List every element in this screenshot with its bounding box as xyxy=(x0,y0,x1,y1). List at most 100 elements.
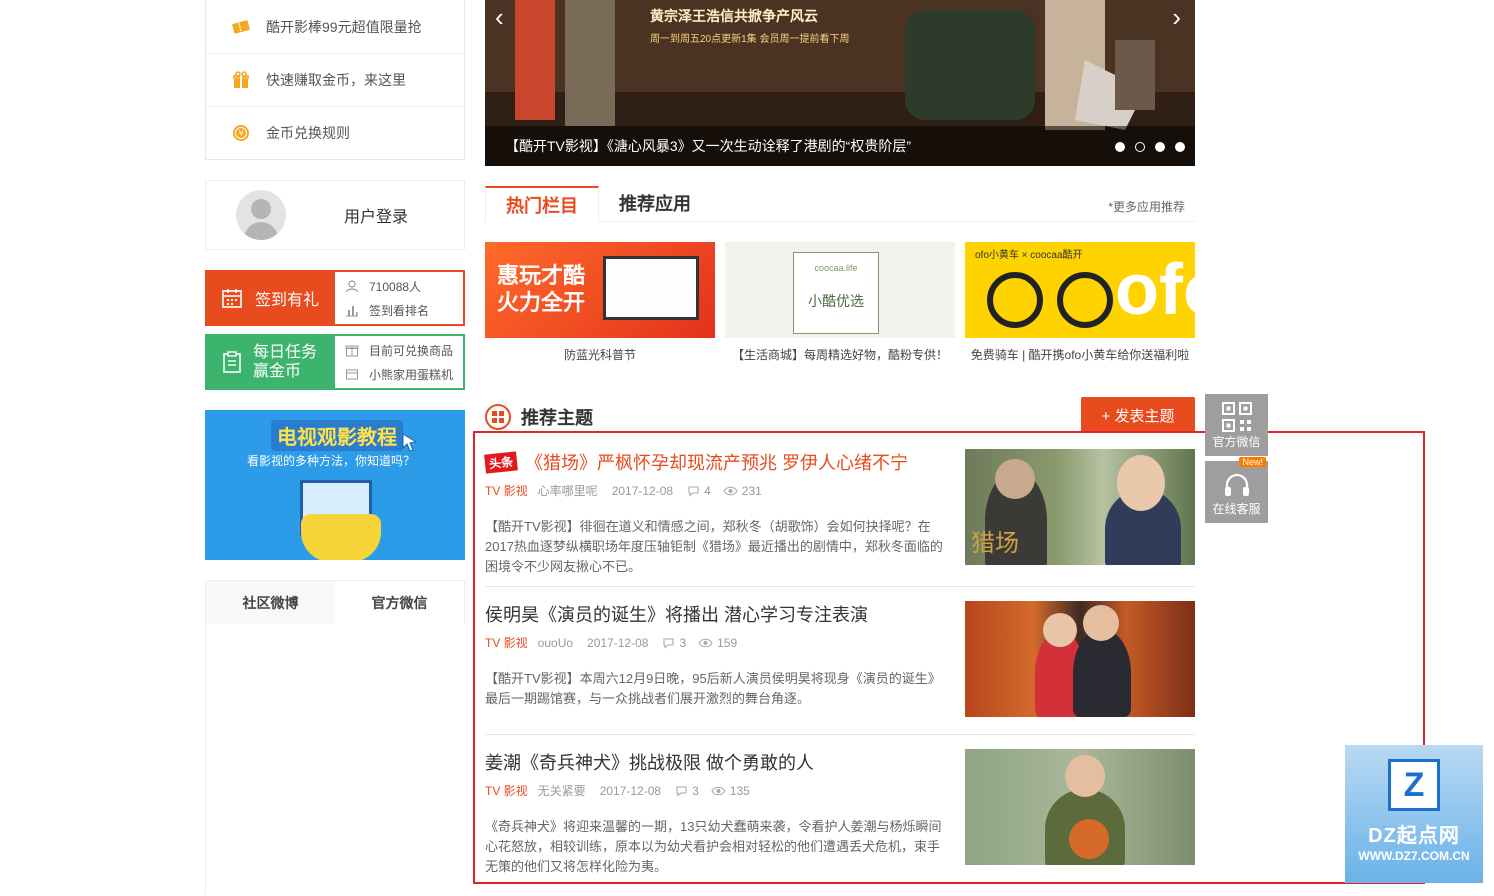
promo-text: 火力全开 xyxy=(497,290,586,315)
tv-illustration xyxy=(603,256,699,320)
thumbnail-title: 猎场 xyxy=(971,529,1019,557)
app-promo-label: 【生活商城】每周精选好物，酷粉专供！ xyxy=(731,348,948,362)
calendar-icon xyxy=(222,289,242,308)
topic-title[interactable]: 姜潮《奇兵神犬》挑战极限 做个勇敢的人 xyxy=(485,749,955,775)
gift-outline-icon xyxy=(345,343,359,357)
promo-text: ofo xyxy=(1115,250,1195,330)
topic-date: 2017-12-08 xyxy=(587,635,649,650)
banner-caption[interactable]: 【酷开TV影视】《溏心风暴3》又一次生动诠释了港剧的“权贵阶层” xyxy=(485,126,1195,166)
topic-title[interactable]: 侯明昊《演员的诞生》将播出 潜心学习专注表演 xyxy=(485,601,955,627)
topic-views-count: 231 xyxy=(741,483,762,498)
app-promo-label: 免费骑车 | 酷开携ofo小黄车给你送福利啦 xyxy=(970,348,1190,362)
sign-in-button[interactable]: 签到有礼 xyxy=(207,272,335,324)
left-sidebar: 酷开影棒99元超值限量抢 快速赚取金币，来这里 ¥ 金币兑换规则 用户登录 签到… xyxy=(205,0,465,894)
gift-item-stick[interactable]: 酷开影棒99元超值限量抢 xyxy=(206,0,464,53)
topic-category[interactable]: TV 影视 xyxy=(485,482,528,499)
tutorial-title: 电视观影教程 xyxy=(271,420,403,451)
cake-machine-link[interactable]: 小熊家用蛋糕机 xyxy=(345,362,463,386)
daily-task-button[interactable]: 每日任务 赢金币 xyxy=(207,336,335,388)
section-tabs: 热门栏目 推荐应用 *更多应用推荐 xyxy=(485,186,1195,222)
prev-arrow-icon[interactable]: ‹ xyxy=(495,2,504,33)
app-promo-image: coocaa.life 小酷优选 xyxy=(725,242,955,338)
topic-thumbnail[interactable]: 猎场 xyxy=(965,449,1195,565)
app-promo-item[interactable]: 惠玩才酷 火力全开 防蓝光科普节 xyxy=(485,242,715,363)
comment-icon xyxy=(663,637,674,649)
topic-replies-count: 3 xyxy=(692,783,699,798)
topics-header: 推荐主题 + 发表主题 xyxy=(485,397,1195,435)
grid-icon xyxy=(485,404,511,430)
main-content: ‹ › 黄宗泽王浩信共掀争产风云 周一到周五20点更新1集 会员周一提前看下周 … xyxy=(484,0,1195,883)
official-wechat-float-button[interactable]: 官方微信 xyxy=(1205,394,1268,456)
banner-schedule: 周一到周五20点更新1集 会员周一提前看下周 xyxy=(650,34,850,45)
headset-icon xyxy=(1225,473,1249,496)
topic-title-text[interactable]: 侯明昊《演员的诞生》将播出 潜心学习专注表演 xyxy=(485,601,868,627)
daily-task-items: 目前可兑换商品 小熊家用蛋糕机 xyxy=(335,336,463,388)
promo-text: 惠玩才酷 xyxy=(497,263,586,288)
tab-community-weibo[interactable]: 社区微博 xyxy=(206,581,335,624)
tab-official-wechat[interactable]: 官方微信 xyxy=(335,581,464,624)
sign-in-rank-link[interactable]: 签到看排名 xyxy=(369,302,429,319)
topic-views: 135 xyxy=(711,784,750,798)
bike-wheel-shape xyxy=(1057,272,1113,328)
gift-list: 酷开影棒99元超值限量抢 快速赚取金币，来这里 ¥ 金币兑换规则 xyxy=(205,0,465,160)
watermark-url: WWW.DZ7.COM.CN xyxy=(1358,849,1470,863)
topic-item: 头条 《猎场》严枫怀孕却现流产预兆 罗伊人心绪不宁 TV 影视 心率哪里呢 20… xyxy=(484,435,1195,587)
login-box[interactable]: 用户登录 xyxy=(205,180,465,250)
tab-recommended-apps[interactable]: 推荐应用 xyxy=(599,185,711,221)
cake-machine-label: 小熊家用蛋糕机 xyxy=(369,367,454,382)
sign-in-rank[interactable]: 签到看排名 xyxy=(345,298,463,322)
topic-author[interactable]: 心率哪里呢 xyxy=(538,482,598,499)
topic-category[interactable]: TV 影视 xyxy=(485,782,528,799)
gift-item-label: 金币兑换规则 xyxy=(266,125,350,141)
tutorial-subtitle: 看影视的多种方法，你知道吗？ xyxy=(247,454,416,468)
topic-views: 159 xyxy=(698,636,737,650)
daily-task-line2: 赢金币 xyxy=(253,363,302,380)
promo-text: 小酷优选 xyxy=(808,294,864,310)
tutorial-banner[interactable]: 电视观影教程 看影视的多种方法，你知道吗？ xyxy=(205,410,465,560)
banner-dot-active[interactable] xyxy=(1135,142,1145,152)
app-promo-image: 惠玩才酷 火力全开 xyxy=(485,242,715,338)
topic-summary: 【酷开TV影视】徘徊在道义和情感之间，郑秋冬（胡歌饰）会如何抉择呢？在2017热… xyxy=(485,519,943,574)
more-apps-link[interactable]: *更多应用推荐 xyxy=(1108,198,1185,215)
avatar[interactable] xyxy=(236,190,286,240)
login-link[interactable]: 用户登录 xyxy=(344,203,408,227)
topic-replies: 3 xyxy=(675,784,699,798)
gift-item-earn[interactable]: 快速赚取金币，来这里 xyxy=(206,53,464,106)
gift-item-label: 快速赚取金币，来这里 xyxy=(266,72,406,88)
topic-item: 姜潮《奇兵神犬》挑战极限 做个勇敢的人 TV 影视 无关紧要 2017-12-0… xyxy=(485,735,1195,883)
clipboard-icon xyxy=(223,351,241,373)
topic-author[interactable]: ouoUo xyxy=(538,636,573,650)
banner-dot[interactable] xyxy=(1155,142,1165,152)
banner-dot[interactable] xyxy=(1175,142,1185,152)
cursor-icon xyxy=(402,433,418,452)
topic-replies: 3 xyxy=(662,636,686,650)
banner-dot[interactable] xyxy=(1115,142,1125,152)
daily-task-line1: 每日任务 xyxy=(253,344,318,361)
sign-in-box: 签到有礼 710088人 签到看排名 xyxy=(205,270,465,326)
gift-item-rules[interactable]: ¥ 金币兑换规则 xyxy=(206,106,464,159)
topic-item: 侯明昊《演员的诞生》将播出 潜心学习专注表演 TV 影视 ouoUo 2017-… xyxy=(485,587,1195,735)
user-icon xyxy=(345,279,359,293)
topic-author[interactable]: 无关紧要 xyxy=(538,782,586,799)
app-promo-item[interactable]: ofo小黄车 × coocaa酷开 ofo 免费骑车 | 酷开携ofo小黄车给你… xyxy=(965,242,1195,363)
topic-title-text[interactable]: 姜潮《奇兵神犬》挑战极限 做个勇敢的人 xyxy=(485,749,814,775)
social-tabs: 社区微博 官方微信 xyxy=(205,580,465,624)
post-topic-button[interactable]: + 发表主题 xyxy=(1081,397,1195,433)
promo-text: coocaa.life xyxy=(814,263,858,273)
topic-thumbnail[interactable] xyxy=(965,601,1195,717)
topic-thumbnail[interactable] xyxy=(965,749,1195,865)
hero-banner[interactable]: ‹ › 黄宗泽王浩信共掀争产风云 周一到周五20点更新1集 会员周一提前看下周 … xyxy=(485,0,1195,166)
online-service-float-button[interactable]: New! 在线客服 xyxy=(1205,457,1268,523)
exchange-goods-link[interactable]: 目前可兑换商品 xyxy=(345,338,463,362)
topic-replies-count: 4 xyxy=(704,483,711,498)
watermark-logo: Z xyxy=(1388,759,1440,811)
topic-title-text[interactable]: 《猎场》严枫怀孕却现流产预兆 罗伊人心绪不宁 xyxy=(525,449,908,475)
topic-title[interactable]: 头条 《猎场》严枫怀孕却现流产预兆 罗伊人心绪不宁 xyxy=(484,449,955,475)
official-wechat-label: 官方微信 xyxy=(1212,435,1261,449)
topic-category[interactable]: TV 影视 xyxy=(485,634,528,651)
comment-icon xyxy=(676,785,687,797)
next-arrow-icon[interactable]: › xyxy=(1172,2,1181,33)
daily-task-box: 每日任务 赢金币 目前可兑换商品 小熊家用蛋糕机 xyxy=(205,334,465,390)
tab-hot-columns[interactable]: 热门栏目 xyxy=(485,186,599,222)
app-promo-item[interactable]: coocaa.life 小酷优选 【生活商城】每周精选好物，酷粉专供！ xyxy=(725,242,955,363)
